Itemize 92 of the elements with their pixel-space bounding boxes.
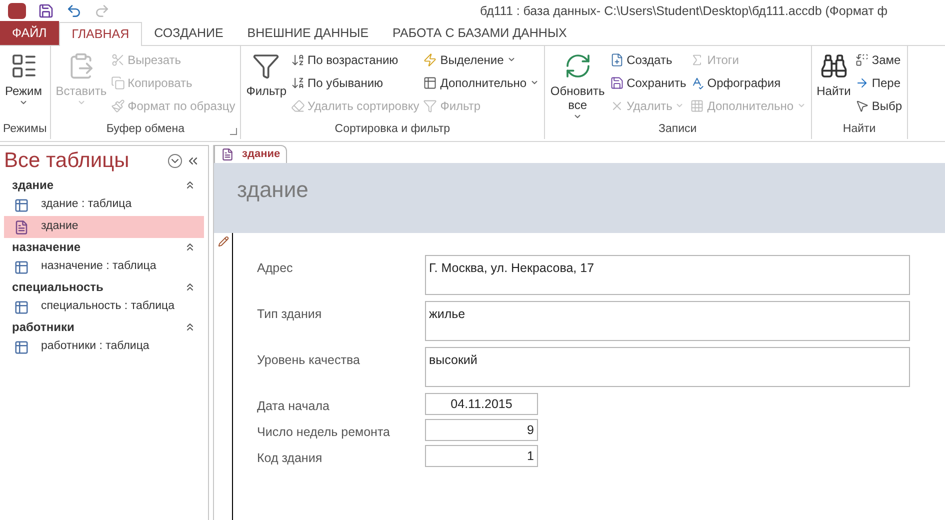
caret-icon [76,98,86,107]
ribbon-button[interactable]: Заме [854,50,904,69]
collapse-icon [184,321,196,333]
ribbon-button[interactable]: Выделение [423,50,541,69]
nav-item[interactable]: назначение : таблица [4,256,204,278]
caret-icon [506,55,516,64]
collapse-icon [184,179,196,191]
input-field[interactable]: 9 [425,419,538,441]
group-label: Режимы [3,122,47,138]
scissors-icon [110,52,125,66]
eraser-icon [290,98,305,112]
arrow-right-icon [854,76,869,90]
funnel-icon [252,52,280,80]
copy-icon [110,76,125,90]
new-document-icon [610,52,624,66]
field-label: Адрес [257,260,294,277]
spellcheck-icon [690,76,704,90]
ribbon-tab[interactable]: ВНЕШНИЕ ДАННЫЕ [235,21,381,45]
save-icon [610,76,624,90]
ribbon-large-button[interactable]: Найти [814,48,853,121]
sort-ascending-icon [290,52,305,66]
table-icon [14,198,29,212]
dropdown-icon[interactable] [168,154,182,168]
app-logo-icon [8,3,26,19]
nav-group-header[interactable]: специальность [4,278,204,296]
lightning-icon [423,52,438,66]
nav-group-header[interactable]: здание [4,176,204,194]
list-icon [10,52,38,80]
nav-item[interactable]: специальность : таблица [4,296,204,318]
paintbrush-icon [110,98,125,112]
field-label: Дата начала [257,398,330,415]
field-label: Число недель ремонта [257,424,392,441]
input-field[interactable]: высокий [425,347,910,387]
nav-group-header[interactable]: работники [4,318,204,336]
save-icon[interactable] [38,3,54,19]
ribbon-button[interactable]: Выбр [854,96,904,115]
caret-icon [530,78,539,87]
group-label: Записи [658,122,697,138]
group-label: Сортировка и фильтр [334,122,450,138]
ribbon-tab[interactable]: СОЗДАНИЕ [142,21,236,45]
ribbon-button[interactable]: По убыванию [290,73,422,92]
input-field[interactable]: жилье [425,301,910,341]
input-field[interactable]: 04.11.2015 [425,393,538,415]
ribbon-tab[interactable]: ГЛАВНАЯ [58,22,142,46]
collapse-icon [184,241,196,253]
binoculars-icon [820,52,848,80]
form-icon [221,148,234,161]
table-icon [14,340,29,354]
replace-icon [854,52,869,66]
input-field[interactable]: Г. Москва, ул. Некрасова, 17 [425,255,910,295]
pane-title: Все таблицы [4,148,130,174]
pointer-icon [854,98,869,112]
ribbon-button[interactable]: Сохранить [610,73,688,92]
grid-icon [690,98,704,112]
group-label: Найти [842,122,876,138]
nav-item[interactable]: здание : таблица [4,194,204,216]
form-icon [14,220,29,234]
sort-descending-icon [290,76,305,90]
undo-icon[interactable] [66,3,82,19]
field-label: Код здания [257,450,324,467]
field-label: Уровень качества [257,352,361,369]
ribbon-tab[interactable]: ФАЙЛ [0,21,59,45]
ribbon-large-button[interactable]: Фильтр [244,48,289,121]
input-field[interactable]: 1 [425,445,538,467]
dialog-launcher-icon[interactable] [230,128,238,135]
ribbon-button[interactable]: По возрастанию [290,50,422,69]
table-icon [14,300,29,314]
caret-icon [675,101,684,110]
window-title: бд111 : база данных- C:\Users\Student\Desktop\бд111.accdb (Формат ф [480,2,888,20]
caret-icon [796,101,806,110]
ribbon-button[interactable]: Создать [610,50,688,69]
nav-item[interactable]: здание [4,216,204,238]
caret-icon [19,98,28,107]
form-title: здание [237,176,308,204]
ribbon-button[interactable]: Дополнительно [423,73,541,92]
document-tab[interactable]: здание [214,145,288,163]
funnel-icon [423,98,438,112]
ribbon-button[interactable]: Пере [854,73,904,92]
caret-icon [573,112,582,121]
refresh-icon [564,52,592,80]
ribbon-button[interactable]: Орфография [690,73,808,92]
table-icon [14,260,29,274]
nav-group-header[interactable]: назначение [4,238,204,256]
collapse-icon [184,281,196,293]
ribbon-tab[interactable]: РАБОТА С БАЗАМИ ДАННЫХ [380,21,579,45]
ribbon-large-button[interactable]: Обновить все [548,48,608,121]
nav-item[interactable]: работники : таблица [4,336,204,358]
table-icon [423,76,438,90]
group-label: Буфер обмена [106,122,185,138]
pencil-icon [218,236,228,247]
field-label: Тип здания [257,306,323,323]
ribbon-large-button[interactable]: Режим [3,48,44,121]
